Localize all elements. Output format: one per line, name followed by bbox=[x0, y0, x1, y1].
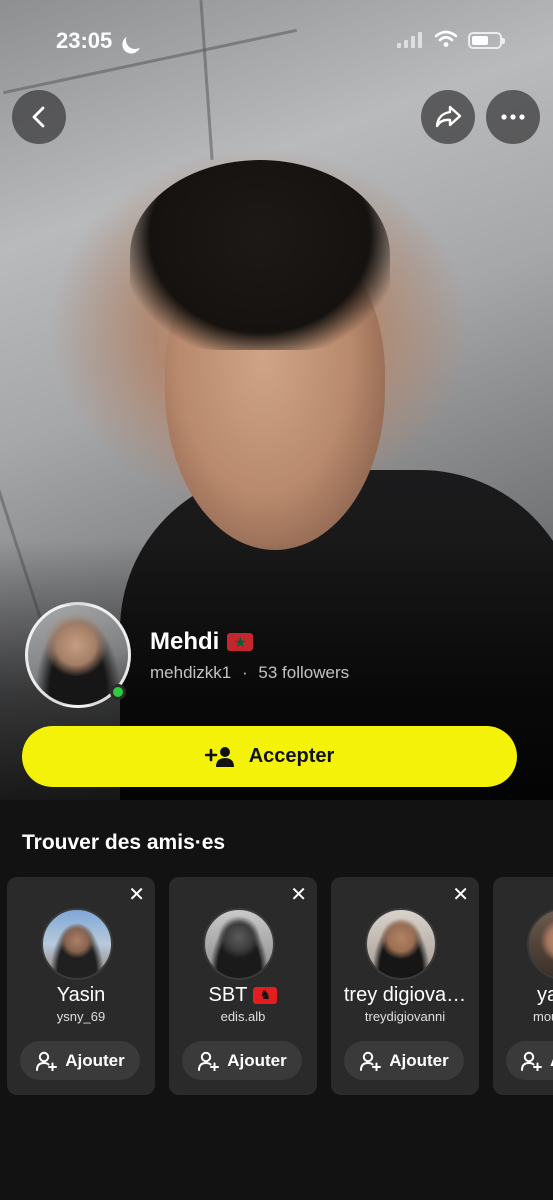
add-friend-label: Ajouter bbox=[227, 1050, 287, 1070]
profile-display-name: Mehdi bbox=[150, 628, 254, 656]
accept-button[interactable]: Accepter bbox=[22, 726, 517, 787]
morocco-flag-icon bbox=[227, 632, 254, 652]
suggestion-handle: treydigiovanni bbox=[364, 1009, 446, 1024]
dismiss-icon[interactable]: ✕ bbox=[290, 885, 307, 905]
back-button[interactable] bbox=[12, 90, 66, 144]
profile-username-line: mehdizkk1 · 53 followers bbox=[150, 663, 349, 683]
albania-flag-icon bbox=[253, 985, 278, 1005]
share-arrow-icon bbox=[435, 105, 462, 128]
add-user-icon bbox=[198, 1051, 220, 1071]
suggestion-handle: mou bbox=[533, 1009, 553, 1024]
suggestion-card[interactable]: ya mou A bbox=[493, 877, 553, 1095]
battery-icon bbox=[468, 32, 505, 49]
suggestion-name: SBT bbox=[169, 984, 317, 1007]
add-friend-icon bbox=[204, 746, 234, 767]
dismiss-icon[interactable]: ✕ bbox=[128, 885, 145, 905]
add-friend-label: Ajouter bbox=[389, 1050, 449, 1070]
suggestion-card[interactable]: ✕ trey digiova… treydigiovanni Ajouter bbox=[331, 877, 479, 1095]
suggestion-avatar[interactable] bbox=[41, 908, 113, 980]
suggestion-avatar[interactable] bbox=[365, 908, 437, 980]
suggestion-card[interactable]: ✕ SBT edis.alb Ajouter bbox=[169, 877, 317, 1095]
separator-dot: · bbox=[242, 663, 248, 682]
dismiss-icon[interactable]: ✕ bbox=[452, 885, 469, 905]
add-friend-label: Ajouter bbox=[65, 1050, 125, 1070]
chevron-left-icon bbox=[32, 106, 45, 128]
suggestion-name: ya bbox=[537, 984, 553, 1006]
add-friend-button[interactable]: Ajouter bbox=[20, 1041, 140, 1080]
status-time: 23:05 bbox=[56, 28, 113, 53]
add-user-icon bbox=[36, 1051, 58, 1071]
signal-icon bbox=[397, 32, 422, 48]
suggestion-avatar[interactable] bbox=[527, 908, 553, 980]
add-friend-button[interactable]: A bbox=[506, 1041, 553, 1080]
followers-count: 53 followers bbox=[258, 663, 350, 682]
suggestion-name: Yasin bbox=[56, 984, 106, 1006]
suggestion-name: trey digiova… bbox=[343, 984, 467, 1006]
ellipsis-icon bbox=[501, 114, 525, 120]
find-friends-title: Trouver des amis·es bbox=[22, 831, 226, 854]
add-user-icon bbox=[360, 1051, 382, 1071]
share-button[interactable] bbox=[421, 90, 475, 144]
more-options-button[interactable] bbox=[486, 90, 540, 144]
accept-label: Accepter bbox=[248, 745, 335, 767]
display-name-text: Mehdi bbox=[150, 628, 220, 655]
suggestion-handle: ysny_69 bbox=[56, 1009, 106, 1024]
suggestion-carousel[interactable]: ✕ Yasin ysny_69 Ajouter ✕ SBT edis.alb bbox=[0, 877, 553, 1097]
add-friend-button[interactable]: Ajouter bbox=[344, 1041, 464, 1080]
suggestion-avatar[interactable] bbox=[203, 908, 275, 980]
username: mehdizkk1 bbox=[150, 663, 232, 682]
suggestion-card[interactable]: ✕ Yasin ysny_69 Ajouter bbox=[7, 877, 155, 1095]
add-friend-button[interactable]: Ajouter bbox=[182, 1041, 302, 1080]
add-user-icon bbox=[521, 1051, 542, 1071]
suggestion-handle: edis.alb bbox=[220, 1009, 266, 1024]
wifi-icon bbox=[435, 30, 457, 47]
online-status-dot bbox=[110, 684, 126, 700]
